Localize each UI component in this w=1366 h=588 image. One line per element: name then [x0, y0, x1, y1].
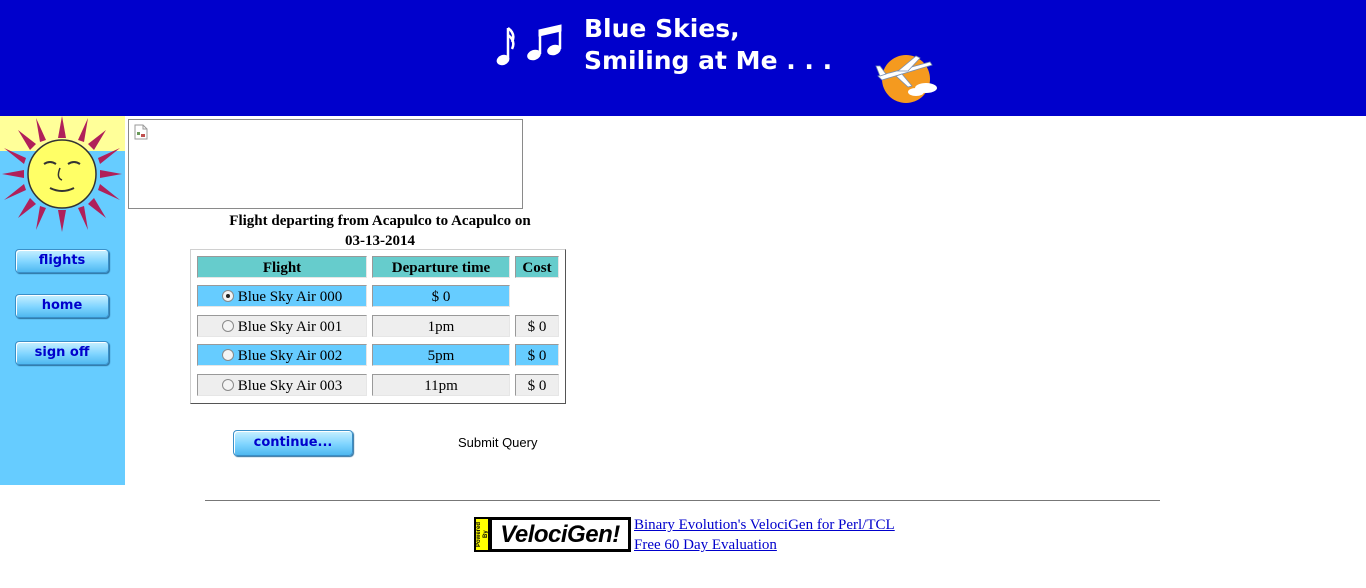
table-row-departure-cell: $ 0: [372, 285, 510, 307]
header-banner: Blue Skies, Smiling at Me . . .: [0, 0, 1366, 116]
velocigen-logo-text: VelociGen!: [492, 520, 628, 549]
site-title: Blue Skies, Smiling at Me . . .: [584, 13, 832, 77]
table-row-flight-cell[interactable]: Blue Sky Air 000: [197, 285, 367, 307]
flight-name: Blue Sky Air 001: [237, 319, 343, 335]
table-row-cost-cell: $ 0: [515, 374, 559, 396]
nav-flights-button[interactable]: flights: [15, 249, 109, 273]
nav-home-button[interactable]: home: [15, 294, 109, 318]
flight-radio-003[interactable]: [221, 379, 234, 391]
table-row-cost-cell: $ 0: [515, 315, 559, 337]
nav-sign-off-button[interactable]: sign off: [15, 341, 109, 365]
results-title: Flight departing from Acapulco to Acapul…: [205, 211, 555, 251]
table-row-cost-cell: $ 0: [515, 344, 559, 366]
sidebar: flights home sign off: [0, 116, 125, 485]
flight-name: Blue Sky Air 000: [237, 289, 343, 305]
column-header-cost: Cost: [515, 256, 559, 278]
horizontal-divider: [205, 500, 1160, 501]
music-notes-icon: [496, 24, 562, 66]
table-row-flight-cell[interactable]: Blue Sky Air 003: [197, 374, 367, 396]
free-evaluation-link[interactable]: Free 60 Day Evaluation: [634, 535, 777, 555]
flight-radio-001[interactable]: [221, 320, 234, 332]
results-title-date: 03-13-2014: [345, 233, 415, 249]
site-title-line2: Smiling at Me . . .: [584, 46, 833, 75]
table-row-departure-cell: 5pm: [372, 344, 510, 366]
results-title-line1: Flight departing from Acapulco to Acapul…: [229, 213, 531, 229]
table-row-flight-cell[interactable]: Blue Sky Air 001: [197, 315, 367, 337]
image-placeholder: [128, 119, 523, 209]
powered-by-label: Powered By: [476, 519, 489, 550]
velocigen-badge[interactable]: Powered By VelociGen!: [474, 517, 631, 552]
column-header-flight: Flight: [197, 256, 367, 278]
airplane-sunset-logo: [875, 55, 937, 103]
table-row-flight-cell[interactable]: Blue Sky Air 002: [197, 344, 367, 366]
flight-name: Blue Sky Air 002: [237, 348, 343, 364]
flight-name: Blue Sky Air 003: [237, 378, 343, 394]
broken-image-icon: [134, 124, 148, 140]
velocigen-link[interactable]: Binary Evolution's VelociGen for Perl/TC…: [634, 515, 895, 535]
sun-face-logo: [0, 116, 125, 232]
site-title-line1: Blue Skies,: [584, 14, 740, 43]
flight-table: Flight Departure time Cost Blue Sky Air …: [190, 249, 566, 404]
flight-radio-002[interactable]: [221, 349, 234, 361]
column-header-departure: Departure time: [372, 256, 510, 278]
flight-radio-000[interactable]: [221, 290, 234, 302]
table-row-departure-cell: 11pm: [372, 374, 510, 396]
continue-button[interactable]: continue...: [233, 430, 353, 456]
table-row-departure-cell: 1pm: [372, 315, 510, 337]
submit-query-button[interactable]: Submit Query: [458, 435, 537, 450]
